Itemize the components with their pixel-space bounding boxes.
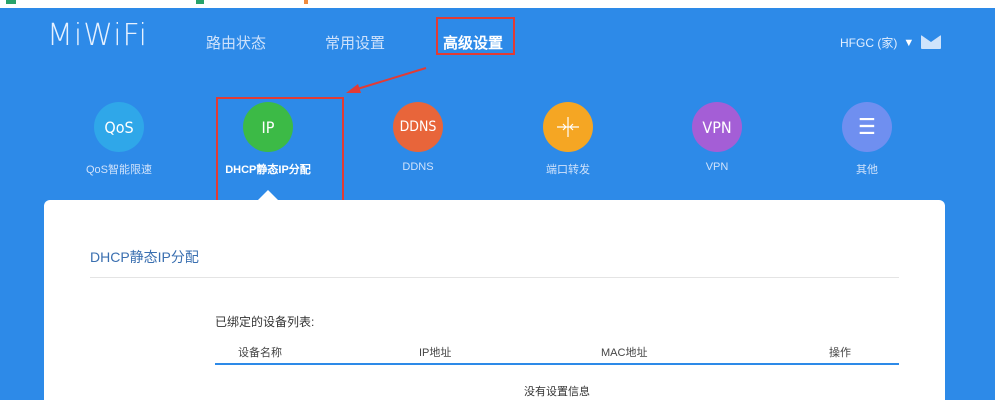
panel-title: DHCP静态IP分配 [90, 249, 199, 265]
column-header-mac: MAC地址 [601, 347, 648, 359]
qos-icon: QoS [94, 102, 144, 152]
feature-label: VPN [705, 161, 729, 173]
annotation-box-feature [216, 97, 344, 209]
empty-state-text: 没有设置信息 [524, 386, 590, 398]
column-header-ip: IP地址 [419, 347, 452, 359]
vpn-icon: VPN [692, 102, 742, 152]
feature-label: QoS智能限速 [85, 164, 152, 176]
feature-ddns[interactable]: DDNS DDNS [358, 102, 478, 173]
table-header: 设备名称 IP地址 MAC地址 操作 [215, 341, 899, 365]
feature-label: 端口转发 [546, 164, 590, 176]
ddns-icon: DDNS [393, 102, 443, 152]
feature-label: DDNS [402, 161, 434, 173]
divider [90, 277, 899, 278]
port-forward-icon [543, 102, 593, 152]
column-header-action: 操作 [829, 347, 851, 359]
menu-icon: ☰ [842, 102, 892, 152]
feature-other[interactable]: ☰ 其他 [807, 102, 927, 177]
feature-label: 其他 [856, 164, 878, 176]
content-panel: DHCP静态IP分配 已绑定的设备列表: 设备名称 IP地址 MAC地址 操作 … [44, 200, 945, 400]
column-header-device-name: 设备名称 [238, 347, 282, 359]
bound-devices-caption: 已绑定的设备列表: [215, 315, 315, 329]
feature-qos[interactable]: QoS QoS智能限速 [59, 102, 179, 177]
feature-vpn[interactable]: VPN VPN [657, 102, 777, 173]
feature-port-forward[interactable]: 端口转发 [508, 102, 628, 177]
